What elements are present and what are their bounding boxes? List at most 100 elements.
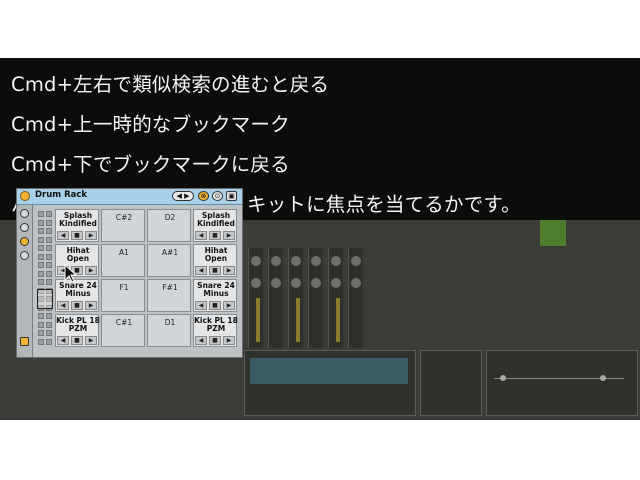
- pad-view-icon[interactable]: [20, 237, 29, 246]
- navigator-cell[interactable]: [38, 228, 44, 234]
- clip-slot[interactable]: [540, 218, 566, 246]
- navigator-cell[interactable]: [46, 236, 52, 243]
- pad-note-label: C#2: [115, 213, 133, 222]
- pad-play-icon[interactable]: ▶: [85, 231, 97, 240]
- pad-preview-prev-icon[interactable]: ◀: [57, 231, 69, 240]
- mixer-strip[interactable]: [348, 248, 363, 348]
- pad-controls: ◀ ■ ▶: [195, 231, 235, 240]
- navigator-cell[interactable]: [46, 245, 52, 251]
- navigator-cell[interactable]: [38, 338, 44, 345]
- navigator-cell[interactable]: [46, 228, 52, 234]
- drum-pad[interactable]: C#1: [101, 314, 145, 347]
- pad-sample-name: Snare 24 Minus: [59, 281, 97, 298]
- drum-pad[interactable]: Splash Kindified ◀ ■ ▶: [55, 209, 99, 242]
- navigator-cell[interactable]: [38, 219, 44, 226]
- drum-pad[interactable]: C#2: [101, 209, 145, 242]
- pad-lock-icon[interactable]: ■: [209, 266, 221, 275]
- pad-grid: Splash Kindified ◀ ■ ▶ C#2 D2 Splash Kindified…: [55, 209, 239, 349]
- navigator-cell[interactable]: [38, 262, 44, 268]
- pad-preview-prev-icon[interactable]: ◀: [57, 336, 69, 345]
- volume-fader[interactable]: [336, 298, 340, 342]
- rack-side-bar: [17, 205, 33, 357]
- drum-pad[interactable]: Kick PL 18 PZM ◀ ■ ▶: [193, 314, 238, 347]
- drum-pad[interactable]: A#1: [147, 244, 191, 277]
- pad-play-icon[interactable]: ▶: [85, 301, 97, 310]
- pad-play-icon[interactable]: ▶: [223, 336, 235, 345]
- pad-lock-icon[interactable]: ■: [71, 231, 83, 240]
- navigator-cell[interactable]: [46, 321, 52, 328]
- pad-preview-prev-icon[interactable]: ◀: [195, 231, 207, 240]
- pad-preview-prev-icon[interactable]: ◀: [195, 266, 207, 275]
- save-icon[interactable]: ▣: [226, 191, 237, 201]
- navigator-cell[interactable]: [46, 262, 52, 268]
- navigator-cell[interactable]: [46, 313, 52, 319]
- pad-controls: ◀ ■ ▶: [195, 301, 235, 310]
- envelope-point[interactable]: [500, 375, 506, 381]
- navigator-selection[interactable]: [37, 289, 53, 309]
- device-arrows-icon[interactable]: ◀ ▶: [172, 191, 194, 201]
- navigator-cell[interactable]: [46, 253, 52, 260]
- device-power-icon[interactable]: [20, 191, 30, 201]
- chain-list-icon[interactable]: [20, 223, 29, 232]
- drum-pad[interactable]: Kick PL 18 PZM ◀ ■ ▶: [55, 314, 100, 347]
- macro-toggle-icon[interactable]: [20, 209, 29, 218]
- pad-note-label: A#1: [161, 248, 179, 257]
- navigator-cell[interactable]: [38, 313, 44, 319]
- envelope-point[interactable]: [600, 375, 606, 381]
- drum-pad[interactable]: Snare 24 Minus ◀ ■ ▶: [193, 279, 237, 312]
- mixer-strip[interactable]: [268, 248, 283, 348]
- device-title-bar[interactable]: Drum Rack ◀ ▶ ⊗ ⊙ ▣: [17, 189, 242, 205]
- hot-swap-icon[interactable]: ⊗: [198, 191, 209, 201]
- navigator-cell[interactable]: [38, 279, 44, 285]
- envelope-display[interactable]: [486, 350, 638, 416]
- drum-pad[interactable]: D1: [147, 314, 191, 347]
- pad-note-label: C#1: [115, 318, 133, 327]
- pad-controls: ◀ ■ ▶: [57, 301, 97, 310]
- volume-fader[interactable]: [256, 298, 260, 342]
- macro-icon[interactable]: ⊙: [212, 191, 223, 201]
- pad-note-label: D1: [164, 318, 176, 327]
- pad-overview-navigator[interactable]: [37, 209, 53, 349]
- drum-pad[interactable]: D2: [147, 209, 191, 242]
- drum-rack-device[interactable]: Drum Rack ◀ ▶ ⊗ ⊙ ▣ Splash Kindified ◀ ■ ▶ C…: [16, 188, 243, 358]
- navigator-cell[interactable]: [46, 270, 52, 277]
- pad-preview-prev-icon[interactable]: ◀: [57, 301, 69, 310]
- volume-fader[interactable]: [296, 298, 300, 342]
- navigator-cell[interactable]: [46, 338, 52, 345]
- navigator-cell[interactable]: [38, 270, 44, 277]
- navigator-cell[interactable]: [38, 321, 44, 328]
- pad-play-icon[interactable]: ▶: [223, 231, 235, 240]
- pad-controls: ◀ ■ ▶: [57, 231, 97, 240]
- navigator-cell[interactable]: [38, 211, 44, 217]
- drum-pad[interactable]: Splash Kindified ◀ ■ ▶: [193, 209, 237, 242]
- mixer-strip[interactable]: [308, 248, 323, 348]
- pad-lock-icon[interactable]: ■: [71, 301, 83, 310]
- drum-pad[interactable]: F#1: [147, 279, 191, 312]
- navigator-cell[interactable]: [38, 253, 44, 260]
- pad-play-icon[interactable]: ▶: [85, 336, 97, 345]
- pad-preview-prev-icon[interactable]: ◀: [195, 301, 207, 310]
- navigator-cell[interactable]: [46, 219, 52, 226]
- pad-play-icon[interactable]: ▶: [223, 301, 235, 310]
- navigator-cell[interactable]: [46, 330, 52, 336]
- pad-lock-icon[interactable]: ■: [71, 336, 83, 345]
- navigator-cell[interactable]: [38, 330, 44, 336]
- navigator-cell[interactable]: [38, 236, 44, 243]
- return-chains-icon[interactable]: [20, 251, 29, 260]
- drum-pad[interactable]: Hihat Open ◀ ■ ▶: [193, 244, 237, 277]
- device-name: Drum Rack: [35, 190, 88, 200]
- pad-play-icon[interactable]: ▶: [85, 266, 97, 275]
- drum-pad[interactable]: F1: [101, 279, 145, 312]
- navigator-cell[interactable]: [38, 245, 44, 251]
- pad-preview-prev-icon[interactable]: ◀: [195, 336, 207, 345]
- pad-lock-icon[interactable]: ■: [209, 301, 221, 310]
- pad-lock-icon[interactable]: ■: [209, 336, 221, 345]
- navigator-cell[interactable]: [46, 279, 52, 285]
- navigator-cell[interactable]: [46, 211, 52, 217]
- io-toggle-icon[interactable]: [20, 337, 29, 346]
- pad-note-label: F1: [119, 283, 129, 292]
- filter-panel[interactable]: [420, 350, 482, 416]
- pad-play-icon[interactable]: ▶: [223, 266, 235, 275]
- drum-pad[interactable]: A1: [101, 244, 145, 277]
- pad-lock-icon[interactable]: ■: [209, 231, 221, 240]
